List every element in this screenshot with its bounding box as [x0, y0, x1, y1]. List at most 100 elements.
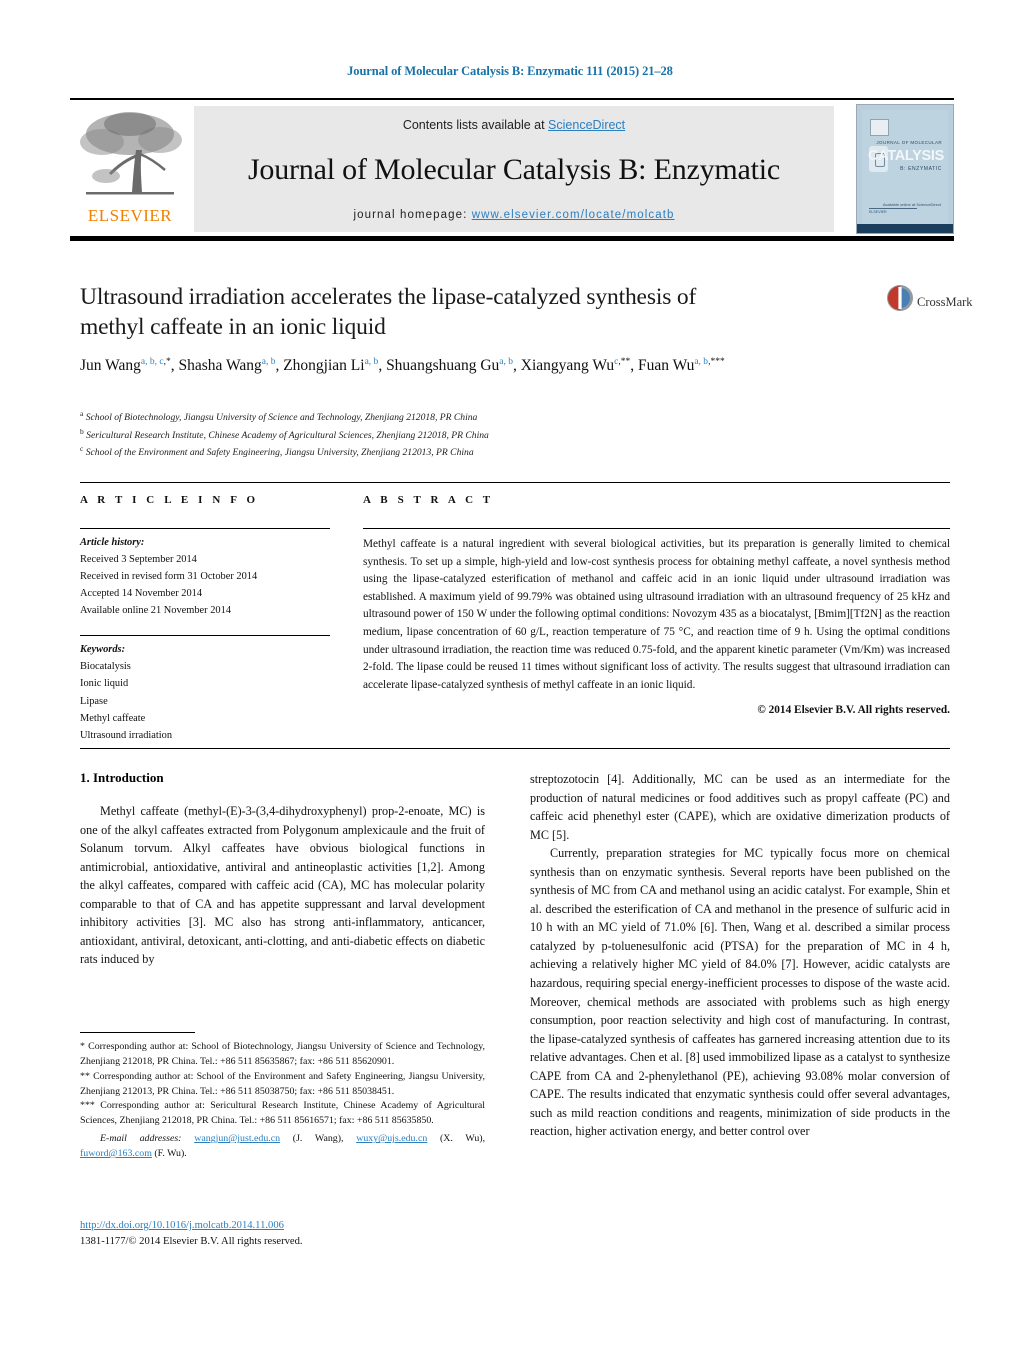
journal-homepage-line: journal homepage: www.elsevier.com/locat…	[194, 209, 834, 221]
email-addresses-label: E-mail addresses:	[100, 1133, 182, 1145]
paragraph: Methyl caffeate (methyl-(E)-3-(3,4-dihyd…	[80, 804, 485, 967]
article-history-item: Received 3 September 2014	[80, 554, 197, 566]
abstract-copyright: © 2014 Elsevier B.V. All rights reserved…	[757, 704, 950, 717]
author-name: Zhongjian Li	[283, 357, 365, 375]
journal-cover-thumbnail: JOURNAL OF MOLECULAR CATALYSIS B: ENZYMA…	[856, 104, 954, 234]
author: Shasha Wanga, b	[178, 357, 275, 374]
homepage-label: journal homepage:	[353, 209, 468, 221]
footnote-corresponding-1: * Corresponding author at: School of Bio…	[80, 1041, 485, 1067]
keywords-rule	[80, 635, 330, 637]
author-affiliation-marks: a, b	[499, 357, 514, 368]
affiliation-mark: b	[80, 426, 84, 436]
author: Fuan Wua, b,***	[638, 357, 725, 374]
affiliation-list: a School of Biotechnology, Jiangsu Unive…	[80, 408, 870, 461]
article-info-column: Article history: Received 3 September 20…	[80, 528, 330, 744]
sciencedirect-link[interactable]: ScienceDirect	[548, 118, 625, 132]
article-history-label: Article history:	[80, 537, 145, 548]
crossmark-icon	[887, 285, 913, 311]
author-affiliation-marks: a, b	[261, 357, 276, 368]
email-link[interactable]: wuxy@ujs.edu.cn	[356, 1133, 427, 1144]
author-list: Jun Wanga, b, c,*, Shasha Wanga, b, Zhon…	[80, 357, 725, 375]
body-column-right: streptozotocin [4]. Additionally, MC can…	[530, 770, 950, 1141]
abstract-column: Methyl caffeate is a natural ingredient …	[363, 528, 950, 720]
journal-masthead: ELSEVIER Contents lists available at Sci…	[70, 98, 954, 241]
keyword: Ultrasound irradiation	[80, 729, 173, 741]
affiliation-text: Sericultural Research Institute, Chinese…	[86, 429, 489, 441]
cover-foot-left: ELSEVIER	[869, 208, 917, 214]
masthead-rule-top	[70, 98, 954, 100]
crossmark-badge[interactable]: CrossMark	[885, 283, 973, 331]
footnote-corresponding-2: ** Corresponding author at: School of th…	[80, 1070, 485, 1097]
article-info-rule	[80, 528, 330, 529]
footnote-rule	[80, 1032, 195, 1033]
email-link[interactable]: fuword@163.com	[80, 1148, 152, 1159]
affiliation-mark: a	[80, 409, 84, 418]
journal-title: Journal of Molecular Catalysis B: Enzyma…	[247, 153, 781, 186]
section-heading-introduction: 1. Introduction	[80, 770, 164, 785]
cover-line-sub: B: ENZYMATIC	[900, 166, 942, 172]
author: Jun Wanga, b, c,*	[80, 357, 171, 374]
author-name: Shuangshuang Gu	[386, 357, 500, 375]
keyword: Lipase	[80, 695, 108, 707]
masthead-center-panel: Contents lists available at ScienceDirec…	[194, 106, 834, 232]
author: Xiangyang Wuc,**	[521, 357, 630, 374]
doi-block: http://dx.doi.org/10.1016/j.molcatb.2014…	[80, 1218, 500, 1250]
masthead-rule-bottom	[70, 236, 954, 241]
page-title: Ultrasound irradiation accelerates the l…	[80, 282, 870, 342]
cover-line-small: JOURNAL OF MOLECULAR	[876, 140, 942, 145]
cover-line-big: CATALYSIS	[868, 148, 944, 164]
cover-publisher-box-icon	[870, 119, 889, 136]
article-history-item: Received in revised form 31 October 2014	[80, 571, 258, 583]
email-owner: (F. Wu)	[154, 1148, 185, 1160]
contents-available-line: Contents lists available at ScienceDirec…	[194, 106, 834, 132]
footnote-emails: E-mail addresses: wangjun@just.edu.cn (J…	[80, 1133, 486, 1160]
crossmark-label: CrossMark	[917, 295, 973, 309]
affiliation: a School of Biotechnology, Jiangsu Unive…	[80, 408, 870, 426]
abstract-rule	[363, 528, 950, 529]
contents-prefix: Contents lists available at	[402, 118, 549, 132]
author-name: Jun Wang	[80, 357, 141, 375]
author-name: Shasha Wang	[178, 357, 262, 375]
paragraph: Currently, preparation strategies for MC…	[530, 846, 950, 1139]
email-link[interactable]: wangjun@just.edu.cn	[194, 1133, 280, 1144]
email-owner: (J. Wang)	[292, 1133, 342, 1145]
author-corresponding-mark: ,**	[618, 357, 631, 368]
author-affiliation-marks: a, b, c	[140, 357, 164, 368]
body-top-rule	[80, 748, 950, 749]
keywords-block: Keywords: Biocatalysis Ionic liquid Lipa…	[80, 635, 330, 743]
keyword: Ionic liquid	[80, 678, 129, 690]
cover-bottom-band	[857, 224, 953, 233]
keyword: Biocatalysis	[80, 661, 131, 673]
article-history-item: Available online 21 November 2014	[80, 605, 232, 617]
cover-inner: JOURNAL OF MOLECULAR CATALYSIS B: ENZYMA…	[862, 110, 948, 228]
affiliation-mark: c	[80, 444, 84, 454]
article-info-header: A R T I C L E I N F O	[80, 494, 259, 506]
affiliation: b Sericultural Research Institute, Chine…	[80, 426, 870, 444]
journal-homepage-link[interactable]: www.elsevier.com/locate/molcatb	[472, 209, 675, 221]
issn-copyright-line: 1381-1177/© 2014 Elsevier B.V. All right…	[80, 1235, 303, 1247]
keywords-label: Keywords:	[80, 644, 126, 656]
author: Shuangshuang Gua, b	[386, 357, 513, 374]
title-line-1: Ultrasound irradiation accelerates the l…	[80, 284, 697, 310]
running-head: Journal of Molecular Catalysis B: Enzyma…	[347, 64, 673, 78]
paragraph: streptozotocin [4]. Additionally, MC can…	[530, 772, 950, 842]
author-corresponding-mark: ,*	[163, 357, 171, 368]
abstract-text: Methyl caffeate is a natural ingredient …	[363, 538, 950, 691]
keyword: Methyl caffeate	[80, 712, 146, 724]
author-affiliation-marks: a, b	[364, 357, 379, 368]
paper-page: Journal of Molecular Catalysis B: Enzyma…	[0, 0, 1020, 1351]
author-name: Xiangyang Wu	[520, 357, 615, 375]
affiliation-text: School of the Environment and Safety Eng…	[85, 447, 474, 459]
elsevier-wordmark: ELSEVIER	[87, 206, 173, 225]
author-name: Fuan Wu	[637, 357, 695, 375]
title-block: Ultrasound irradiation accelerates the l…	[80, 282, 870, 377]
footnote-block: * Corresponding author at: School of Bio…	[80, 1032, 485, 1162]
doi-link[interactable]: http://dx.doi.org/10.1016/j.molcatb.2014…	[80, 1220, 284, 1231]
affiliation-text: School of Biotechnology, Jiangsu Univers…	[85, 412, 478, 424]
elsevier-logo: ELSEVIER	[70, 104, 190, 234]
article-history-item: Accepted 14 November 2014	[80, 588, 203, 600]
abstract-header: A B S T R A C T	[363, 494, 494, 506]
affiliation: c School of the Environment and Safety E…	[80, 443, 870, 461]
footnote-corresponding-3: *** Corresponding author at: Sericultura…	[80, 1100, 485, 1127]
author-corresponding-mark: ,***	[708, 357, 725, 368]
